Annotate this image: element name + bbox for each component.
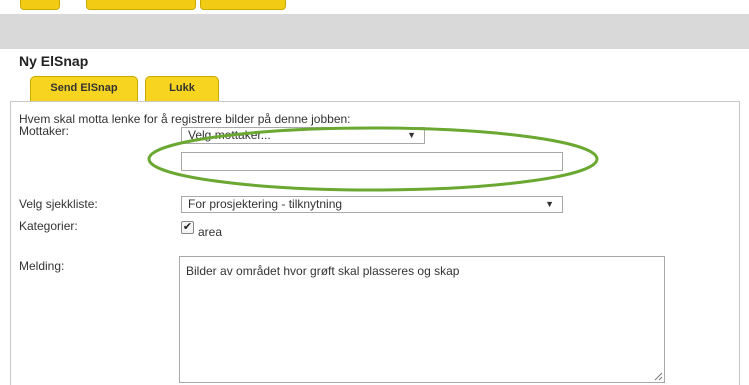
lukk-tab[interactable]: Lukk (145, 76, 219, 102)
kategorier-label: Kategorier: (19, 219, 78, 233)
kategori-area-checkbox[interactable]: ✔ (181, 221, 194, 234)
melding-label: Melding: (19, 259, 65, 273)
top-tab-3[interactable] (200, 0, 286, 10)
sjekkliste-label: Velg sjekkliste: (19, 197, 98, 211)
top-tab-1[interactable] (20, 0, 60, 10)
check-icon: ✔ (182, 221, 193, 233)
mottaker-select-value: Velg mottaker... (188, 128, 271, 142)
sjekkliste-select[interactable]: For prosjektering - tilknytning ▼ (181, 196, 563, 213)
elsnap-page: Ny ElSnap Send ElSnap Lukk Hvem skal mot… (0, 0, 749, 385)
mottaker-input[interactable] (181, 152, 563, 171)
header-bar (0, 14, 749, 49)
chevron-down-icon: ▼ (407, 130, 416, 140)
top-tab-2[interactable] (86, 0, 196, 10)
resize-handle-icon[interactable] (653, 371, 663, 381)
send-elsnap-tab[interactable]: Send ElSnap (30, 76, 138, 102)
sjekkliste-select-value: For prosjektering - tilknytning (188, 197, 343, 211)
mottaker-label: Mottaker: (19, 124, 70, 138)
melding-text: Bilder av området hvor grøft skal plasse… (186, 264, 460, 278)
top-tab-strip (0, 0, 749, 14)
chevron-down-icon: ▼ (545, 199, 554, 209)
kategori-area-label: area (198, 225, 223, 239)
mottaker-select[interactable]: Velg mottaker... ▼ (181, 127, 425, 144)
melding-textarea[interactable]: Bilder av området hvor grøft skal plasse… (179, 256, 665, 383)
dialog-title: Ny ElSnap (19, 53, 89, 69)
